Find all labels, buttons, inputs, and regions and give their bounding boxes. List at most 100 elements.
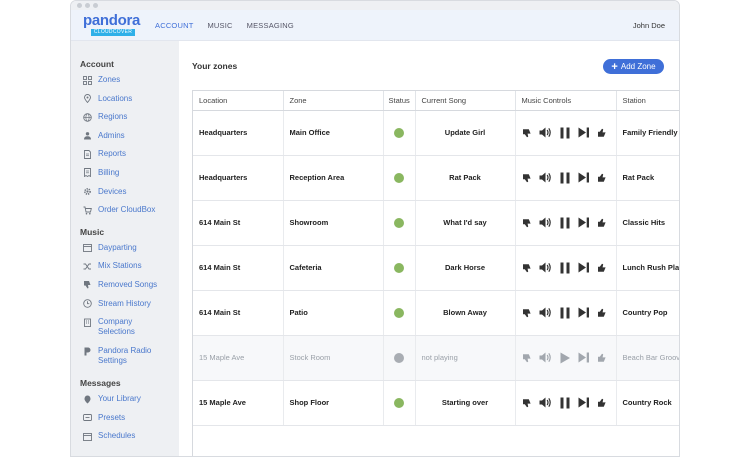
thumbs-down-icon[interactable] <box>522 218 532 228</box>
pause-icon[interactable] <box>559 307 571 319</box>
table-row[interactable]: 614 Main St Cafeteria Dark Horse Lunch R… <box>193 245 679 291</box>
sidebar-item-billing[interactable]: Billing <box>71 165 179 184</box>
skip-forward-icon[interactable] <box>578 172 590 183</box>
sidebar-item-label: Stream History <box>98 298 151 308</box>
volume-icon[interactable] <box>539 352 552 363</box>
skip-forward-icon[interactable] <box>578 262 590 273</box>
sidebar-item-your-library[interactable]: Your Library <box>71 391 179 410</box>
pause-icon[interactable] <box>559 262 571 274</box>
column-header-current-song[interactable]: Current Song <box>415 91 516 111</box>
column-header-music-controls[interactable]: Music Controls <box>515 91 617 111</box>
thumbs-up-icon[interactable] <box>597 128 607 138</box>
window-minimize-dot[interactable] <box>85 3 90 8</box>
sidebar-item-removed-songs[interactable]: Removed Songs <box>71 277 179 296</box>
window-close-dot[interactable] <box>77 3 82 8</box>
sidebar-item-reports[interactable]: Reports <box>71 146 179 165</box>
thumbs-up-icon[interactable] <box>597 173 607 183</box>
sidebar-item-mix-stations[interactable]: Mix Stations <box>71 258 179 277</box>
cell-music-controls <box>515 290 617 336</box>
nav-music[interactable]: MUSIC <box>207 21 232 30</box>
sidebar-item-zones[interactable]: Zones <box>71 72 179 91</box>
plus-icon: + <box>611 60 618 73</box>
thumbs-up-icon[interactable] <box>597 308 607 318</box>
table-row[interactable]: Headquarters Reception Area Rat Pack Rat… <box>193 155 679 201</box>
status-indicator <box>394 217 404 228</box>
thumbs-down-icon[interactable] <box>522 308 532 318</box>
cell-station: Rat Pack <box>616 155 679 201</box>
column-header-location[interactable]: Location <box>193 91 284 111</box>
sidebar-item-company-selections[interactable]: Company Selections <box>71 314 179 343</box>
cell-station: Family Friendly <box>616 110 679 156</box>
sidebar-item-dayparting[interactable]: Dayparting <box>71 240 179 259</box>
volume-icon[interactable] <box>539 262 552 273</box>
thumbs-up-icon[interactable] <box>597 353 607 363</box>
add-zone-button[interactable]: + Add Zone <box>603 59 664 74</box>
cell-station: Classic Hits <box>616 200 679 246</box>
skip-forward-icon[interactable] <box>578 397 590 408</box>
user-menu[interactable]: John Doe <box>633 21 665 30</box>
table-row[interactable]: 15 Maple Ave Stock Room not playing Beac… <box>193 335 679 381</box>
play-icon[interactable] <box>559 352 571 364</box>
pandora-logo[interactable]: pandora CLOUDCOVER <box>83 13 141 36</box>
table-row[interactable]: 15 Maple Ave Shop Floor Starting over Co… <box>193 380 679 426</box>
cell-music-controls <box>515 110 617 156</box>
skip-forward-icon[interactable] <box>578 307 590 318</box>
status-indicator <box>394 352 404 363</box>
volume-icon[interactable] <box>539 172 552 183</box>
column-header-status[interactable]: Status <box>383 91 416 111</box>
table-row[interactable]: 614 Main St Showroom What I'd say Classi… <box>193 200 679 246</box>
cell-location: 15 Maple Ave <box>193 380 284 426</box>
main-nav: ACCOUNT MUSIC MESSAGING <box>155 21 294 30</box>
status-indicator <box>394 127 404 138</box>
nav-account[interactable]: ACCOUNT <box>155 21 193 30</box>
cell-status <box>383 245 416 291</box>
volume-icon[interactable] <box>539 397 552 408</box>
sidebar-item-regions[interactable]: Regions <box>71 109 179 128</box>
add-zone-label: Add Zone <box>620 62 656 71</box>
skip-forward-icon[interactable] <box>578 217 590 228</box>
thumbs-up-icon[interactable] <box>597 398 607 408</box>
table-row[interactable]: 614 Main St Patio Blown Away Country Pop <box>193 290 679 336</box>
status-indicator <box>394 172 404 183</box>
pause-icon[interactable] <box>559 397 571 409</box>
sidebar-item-pandora-radio-settings[interactable]: Pandora Radio Settings <box>71 343 179 372</box>
top-nav-bar: pandora CLOUDCOVER ACCOUNT MUSIC MESSAGI… <box>71 10 679 41</box>
sidebar-item-admins[interactable]: Admins <box>71 128 179 147</box>
sidebar-item-locations[interactable]: Locations <box>71 91 179 110</box>
thumbs-up-icon[interactable] <box>597 218 607 228</box>
pause-icon[interactable] <box>559 217 571 229</box>
thumbs-up-icon[interactable] <box>597 263 607 273</box>
sidebar-item-devices[interactable]: Devices <box>71 184 179 203</box>
sidebar-item-schedules[interactable]: Schedules <box>71 428 179 447</box>
cell-location: Headquarters <box>193 155 284 201</box>
cell-current-song: Dark Horse <box>415 245 516 291</box>
skip-forward-icon[interactable] <box>578 127 590 138</box>
column-header-zone[interactable]: Zone <box>283 91 384 111</box>
skip-forward-icon[interactable] <box>578 352 590 363</box>
sidebar-item-order-cloudbox[interactable]: Order CloudBox <box>71 202 179 221</box>
thumbs-down-icon[interactable] <box>522 173 532 183</box>
window-zoom-dot[interactable] <box>93 3 98 8</box>
volume-icon[interactable] <box>539 217 552 228</box>
pandora-p-icon <box>83 347 92 356</box>
volume-icon[interactable] <box>539 307 552 318</box>
sidebar: Account Zones Locations Regions Admins R… <box>71 41 179 456</box>
zones-table-container[interactable]: Location Zone Status Current Song Music … <box>192 90 679 456</box>
pause-icon[interactable] <box>559 172 571 184</box>
pause-icon[interactable] <box>559 127 571 139</box>
grid-icon <box>83 75 92 85</box>
sidebar-item-stream-history[interactable]: Stream History <box>71 296 179 315</box>
cell-station: Country Rock <box>616 380 679 426</box>
thumbs-down-icon[interactable] <box>522 398 532 408</box>
volume-icon[interactable] <box>539 127 552 138</box>
sidebar-item-presets[interactable]: Presets <box>71 410 179 429</box>
thumbs-down-icon[interactable] <box>522 263 532 273</box>
column-header-station[interactable]: Station <box>616 91 679 111</box>
thumbs-down-icon[interactable] <box>522 353 532 363</box>
gear-icon <box>83 187 92 196</box>
nav-messaging[interactable]: MESSAGING <box>247 21 294 30</box>
table-row[interactable]: Headquarters Main Office Update Girl Fam… <box>193 110 679 156</box>
cell-current-song: What I'd say <box>415 200 516 246</box>
main-content: Your zones + Add Zone Location Zone Stat… <box>179 41 679 456</box>
thumbs-down-icon[interactable] <box>522 128 532 138</box>
